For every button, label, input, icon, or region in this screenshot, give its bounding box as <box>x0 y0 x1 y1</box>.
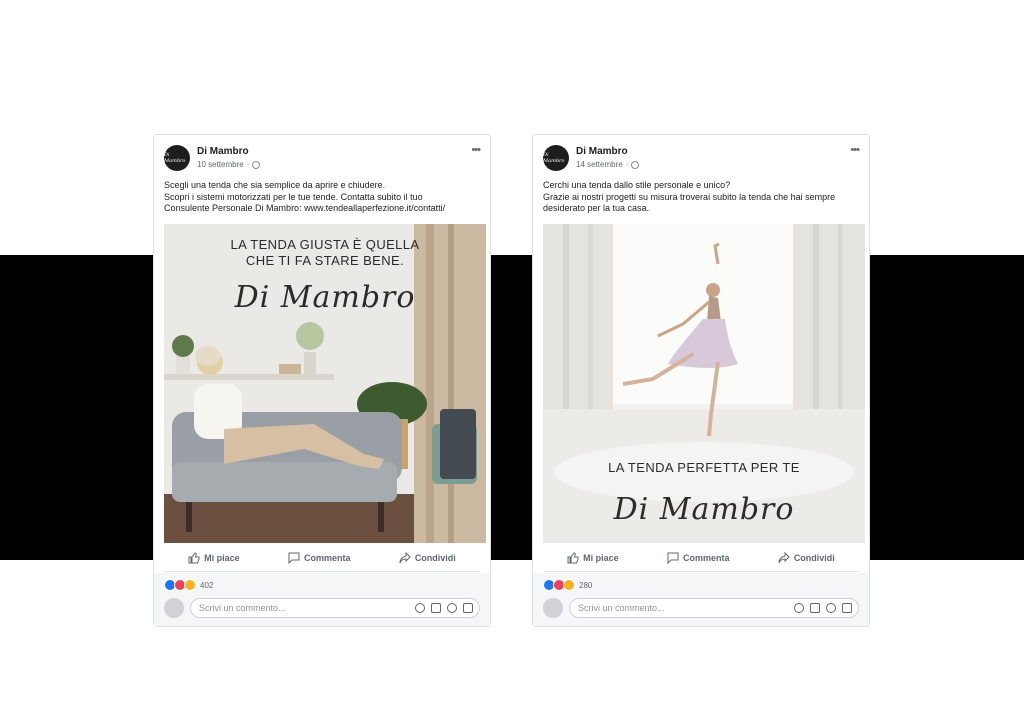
like-label: Mi piace <box>583 553 619 563</box>
page-avatar[interactable]: Di Mambro <box>164 145 190 171</box>
comment-label: Commenta <box>682 553 730 563</box>
post-text: Scegli una tenda che sia semplice da apr… <box>164 180 480 215</box>
image-brand-script: Di Mambro <box>613 492 795 527</box>
page-name[interactable]: Di Mambro <box>576 146 628 157</box>
page-name[interactable]: Di Mambro <box>197 146 249 157</box>
sticker-icon[interactable] <box>463 603 473 613</box>
post-text-line: Grazie ai nostri progetti su misura trov… <box>543 191 836 202</box>
image-headline: LA TENDA GIUSTA È QUELLA CHE TI FA STARE… <box>164 237 486 269</box>
post-text-line: desiderato per la tua casa. <box>543 203 650 213</box>
post-header: Di Mambro Di Mambro 10 settembre · ••• <box>164 145 481 175</box>
reactions-summary[interactable]: 402 <box>164 579 213 591</box>
post-actions: Mi piace Commenta Condividi <box>164 545 480 572</box>
comment-button[interactable]: Commenta <box>288 552 351 564</box>
post-text-line[interactable]: Consulente Personale Di Mambro: www.tend… <box>164 203 480 215</box>
share-label: Condividi <box>414 553 456 563</box>
post-actions: Mi piace Commenta Condividi <box>543 545 859 572</box>
reactions-summary[interactable]: 280 <box>543 579 592 591</box>
like-icon <box>188 552 200 564</box>
image-headline-line: CHE TI FA STARE BENE. <box>245 253 405 268</box>
user-avatar <box>543 598 563 618</box>
sticker-icon[interactable] <box>842 603 852 613</box>
more-icon[interactable]: ••• <box>850 145 860 156</box>
post-meta: 10 settembre · <box>197 160 261 169</box>
image-brand-script: Di Mambro <box>234 280 416 315</box>
comment-label: Commenta <box>303 553 351 563</box>
comment-tools <box>415 603 473 613</box>
wow-reaction-icon <box>563 579 575 591</box>
user-avatar <box>164 598 184 618</box>
image-headline-line: LA TENDA GIUSTA È QUELLA <box>230 237 420 252</box>
facebook-post: Di Mambro Di Mambro 10 settembre · ••• S… <box>153 134 491 627</box>
comment-button[interactable]: Commenta <box>667 552 730 564</box>
facebook-post: Di Mambro Di Mambro 14 settembre · ••• C… <box>532 134 870 627</box>
image-headline-line: LA TENDA PERFETTA PER TE <box>608 460 800 475</box>
post-text: Cerchi una tenda dallo stile personale e… <box>543 180 859 215</box>
emoji-icon[interactable] <box>794 603 804 613</box>
post-footer: 402 Scrivi un commento... <box>154 573 490 626</box>
post-text-line: Cerchi una tenda dallo stile personale e… <box>543 180 731 190</box>
globe-icon <box>252 160 261 169</box>
post-meta: 14 settembre · <box>576 160 640 169</box>
reaction-count: 280 <box>579 580 593 590</box>
camera-icon[interactable] <box>431 603 441 613</box>
like-label: Mi piace <box>204 553 240 563</box>
wow-reaction-icon <box>184 579 196 591</box>
post-text-line: Scegli una tenda che sia semplice da apr… <box>164 180 386 190</box>
reaction-count: 402 <box>200 580 214 590</box>
share-icon <box>399 552 411 564</box>
share-button[interactable]: Condividi <box>399 552 456 564</box>
globe-icon <box>631 160 640 169</box>
post-image[interactable]: LA TENDA GIUSTA È QUELLA CHE TI FA STARE… <box>164 224 486 543</box>
share-label: Condividi <box>793 553 835 563</box>
page-avatar[interactable]: Di Mambro <box>543 145 569 171</box>
more-icon[interactable]: ••• <box>471 145 481 156</box>
post-date[interactable]: 14 settembre <box>576 160 623 169</box>
share-button[interactable]: Condividi <box>778 552 835 564</box>
like-icon <box>567 552 579 564</box>
like-button[interactable]: Mi piace <box>188 552 240 564</box>
gif-icon[interactable] <box>826 603 836 613</box>
emoji-icon[interactable] <box>415 603 425 613</box>
comment-placeholder: Scrivi un commento... <box>199 603 286 613</box>
post-footer: 280 Scrivi un commento... <box>533 573 869 626</box>
camera-icon[interactable] <box>810 603 820 613</box>
post-image[interactable]: LA TENDA PERFETTA PER TE Di Mambro <box>543 224 865 543</box>
post-header: Di Mambro Di Mambro 14 settembre · ••• <box>543 145 860 175</box>
post-text-line: Scopri i sistemi motorizzati per le tue … <box>164 191 423 202</box>
comment-placeholder: Scrivi un commento... <box>578 603 665 613</box>
post-date[interactable]: 10 settembre <box>197 160 244 169</box>
like-button[interactable]: Mi piace <box>567 552 619 564</box>
comment-input[interactable]: Scrivi un commento... <box>190 598 480 618</box>
comment-input[interactable]: Scrivi un commento... <box>569 598 859 618</box>
comment-icon <box>288 552 300 564</box>
share-icon <box>778 552 790 564</box>
living-room-photo <box>164 224 486 543</box>
gif-icon[interactable] <box>447 603 457 613</box>
image-headline: LA TENDA PERFETTA PER TE <box>543 460 865 476</box>
comment-tools <box>794 603 852 613</box>
comment-icon <box>667 552 679 564</box>
